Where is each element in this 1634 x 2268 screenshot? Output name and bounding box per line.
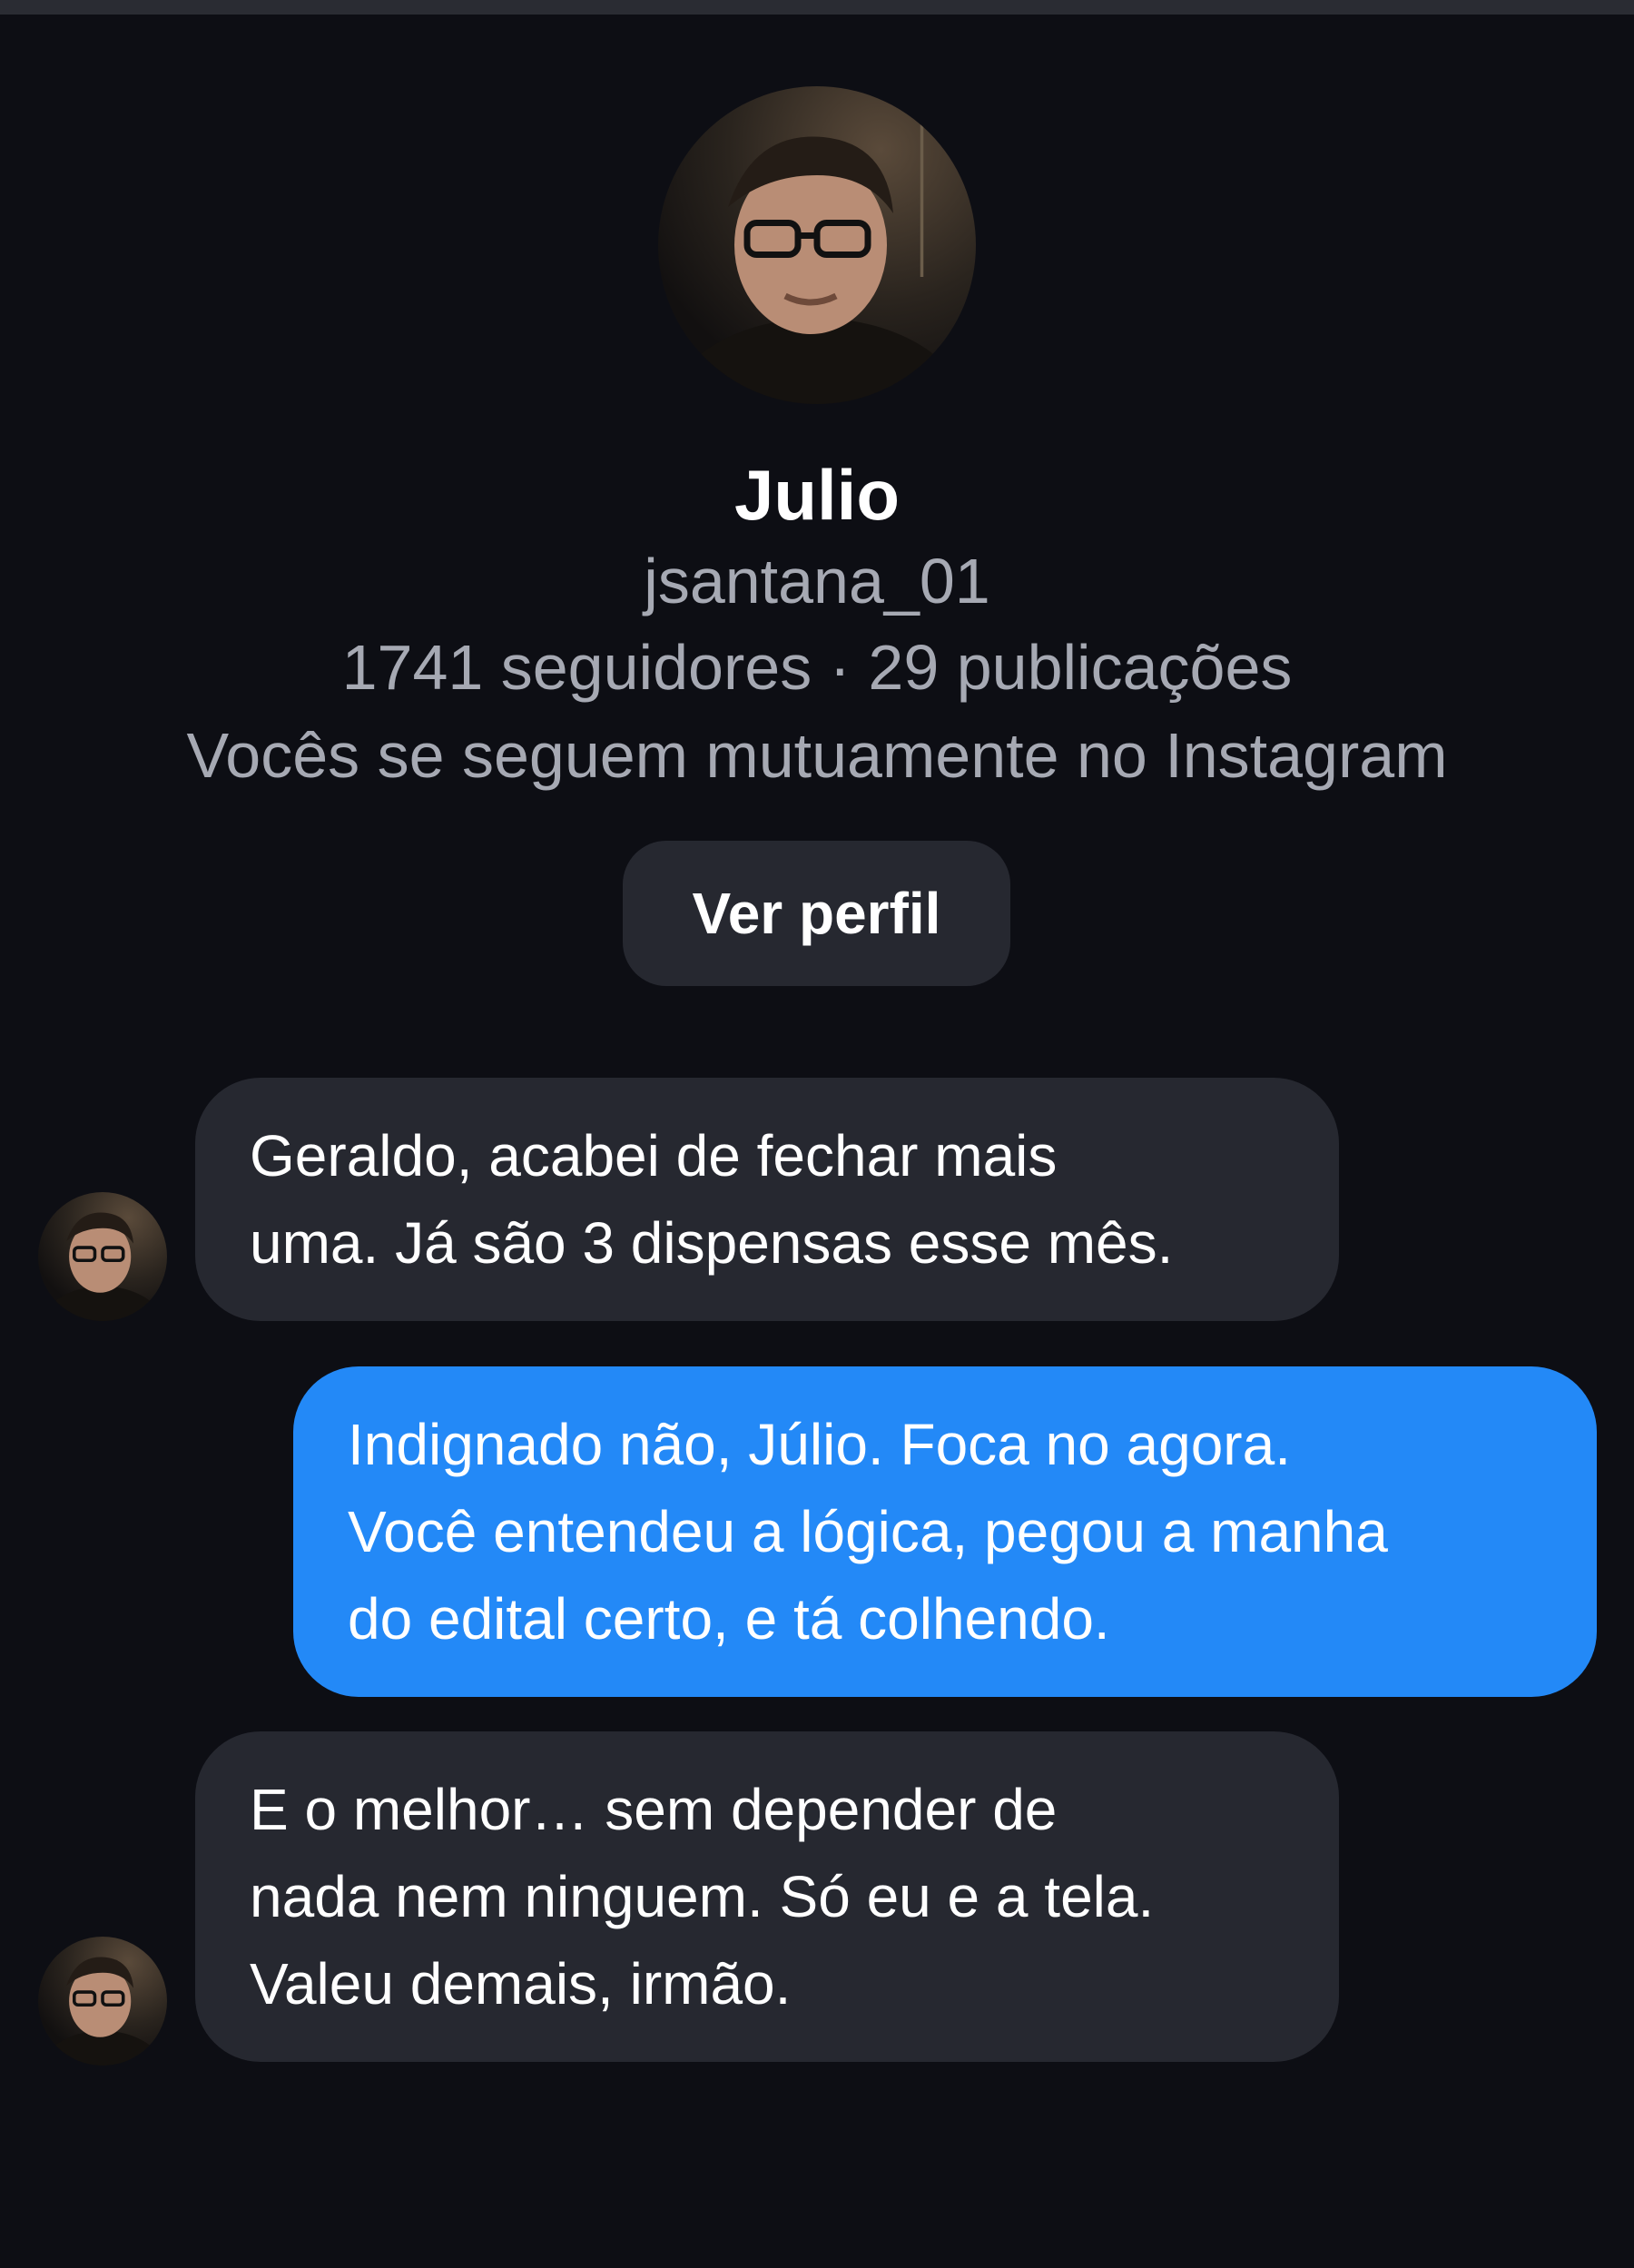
message-text-line: nada nem ninguem. Só eu e a tela.: [250, 1864, 1155, 1929]
message-text-line: E o melhor… sem depender de: [250, 1777, 1058, 1842]
message-text-line: Você entendeu a lógica, pegou a manha: [348, 1499, 1388, 1564]
profile-name: Julio: [733, 455, 900, 535]
message-text-line: Indignado não, Júlio. Foca no agora.: [348, 1412, 1291, 1477]
message-text-line: Valeu demais, irmão.: [250, 1951, 792, 2017]
top-divider: [0, 0, 1634, 15]
user-photo-icon: [38, 1192, 167, 1321]
profile-mutual-follow: Vocês se seguem mutuamente no Instagram: [186, 720, 1448, 791]
message-bubble-incoming[interactable]: E o melhor… sem depender de nada nem nin…: [195, 1731, 1339, 2062]
profile-avatar[interactable]: [658, 86, 976, 404]
user-photo-icon: [38, 1937, 167, 2066]
message-text-line: Geraldo, acabei de fechar mais: [250, 1123, 1058, 1188]
message-text-line: do edital certo, e tá colhendo.: [348, 1586, 1110, 1652]
message-bubble-incoming[interactable]: Geraldo, acabei de fechar mais uma. Já s…: [195, 1078, 1339, 1321]
user-photo-icon: [658, 86, 976, 404]
message-bubble-outgoing[interactable]: Indignado não, Júlio. Foca no agora. Voc…: [293, 1366, 1597, 1697]
sender-avatar[interactable]: [38, 1937, 167, 2066]
sender-avatar[interactable]: [38, 1192, 167, 1321]
view-profile-button[interactable]: Ver perfil: [623, 841, 1010, 986]
message-text-line: uma. Já são 3 dispensas esse mês.: [250, 1210, 1174, 1276]
profile-username: jsantana_01: [644, 546, 990, 616]
profile-stats: 1741 seguidores · 29 publicações: [341, 632, 1293, 703]
